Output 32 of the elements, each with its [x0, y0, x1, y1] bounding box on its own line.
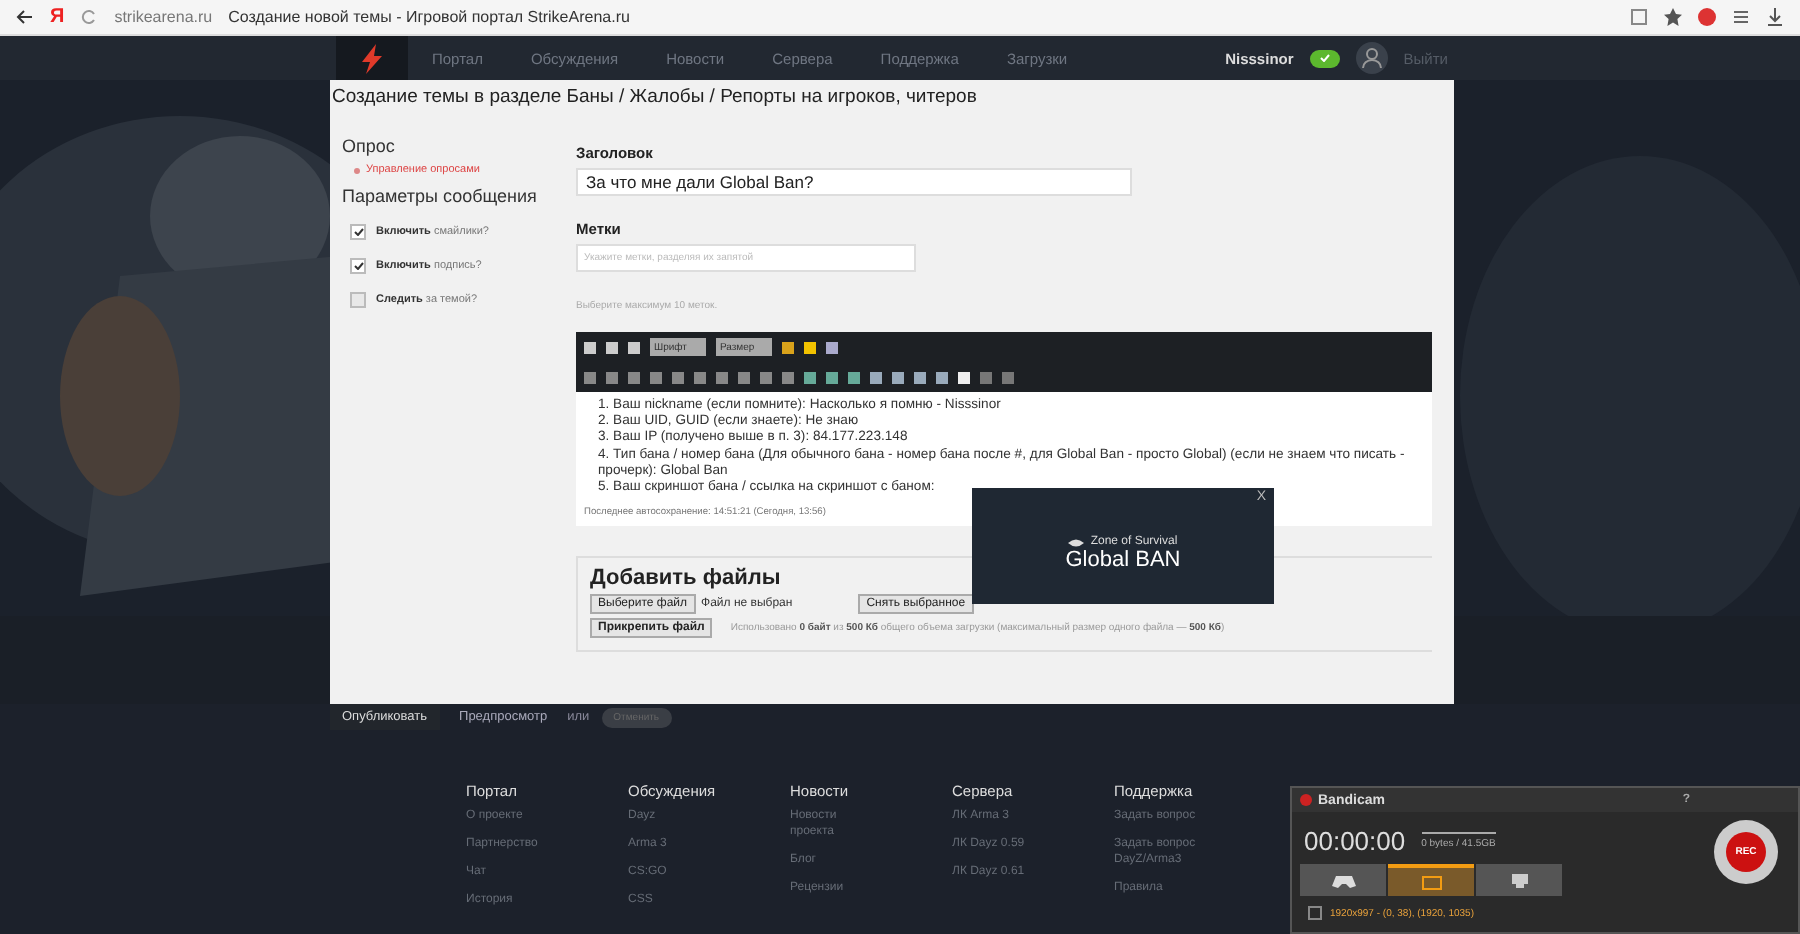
bookmark-icon[interactable]	[1630, 8, 1648, 26]
mode-tab[interactable]	[1388, 864, 1474, 896]
browser-logo[interactable]: Я	[50, 6, 65, 28]
popup-title: Global BAN	[1065, 548, 1181, 572]
lightning-logo[interactable]	[360, 43, 384, 73]
checkbox[interactable]	[350, 258, 366, 274]
avatar-icon[interactable]	[1355, 42, 1388, 74]
eye-icon	[1068, 537, 1085, 547]
app-icon	[1300, 794, 1312, 806]
page-heading: Создание темы в разделе Баны / Жалобы / Репорты на игроков, читеров	[330, 86, 979, 108]
mode-tab[interactable]	[1300, 864, 1386, 896]
checkbox[interactable]	[350, 224, 366, 240]
star-icon[interactable]	[1664, 8, 1682, 26]
checkbox[interactable]	[1308, 906, 1322, 920]
timer: 00:00:00	[1304, 826, 1406, 856]
device-icon	[1509, 873, 1529, 887]
mode-tab[interactable]	[1476, 864, 1562, 896]
menu-icon[interactable]	[1732, 8, 1750, 26]
check-icon	[1319, 54, 1330, 62]
refresh-icon[interactable]	[80, 8, 99, 26]
download-icon[interactable]	[1766, 8, 1784, 26]
title-field[interactable]: За что мне дали Global Ban?	[576, 168, 1132, 196]
screen-icon	[1421, 875, 1441, 889]
page-title-text: Создание новой темы - Игровой портал StrikeArena.ru	[228, 8, 630, 26]
bullet-icon	[354, 167, 360, 173]
gamepad-icon	[1331, 873, 1355, 887]
upload-heading: Добавить файлы	[590, 566, 781, 590]
options-heading: Параметры сообщения	[342, 186, 539, 206]
checkbox[interactable]	[350, 292, 366, 308]
poll-heading: Опрос	[342, 136, 397, 156]
back-icon[interactable]	[16, 8, 34, 26]
address-bar[interactable]: strikearena.ru	[114, 8, 213, 26]
